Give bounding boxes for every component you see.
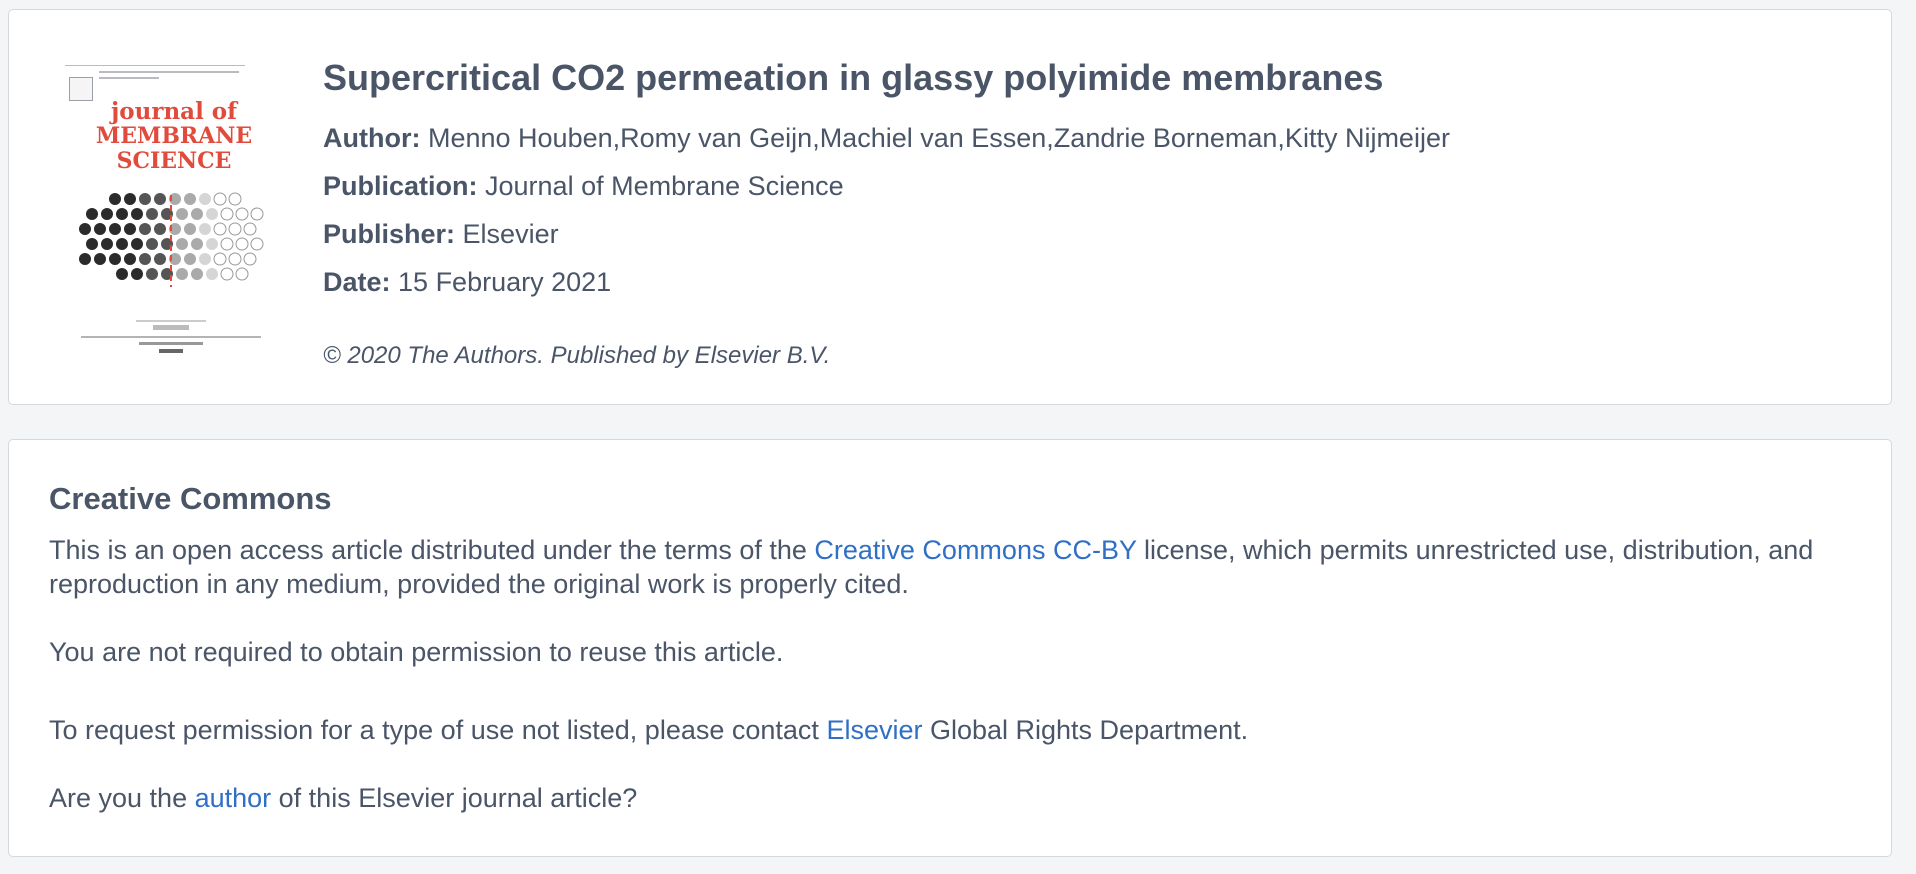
cover-dot bbox=[206, 208, 218, 220]
cover-dot bbox=[235, 207, 249, 221]
cover-dot bbox=[86, 208, 98, 220]
publisher-value: Elsevier bbox=[462, 219, 559, 249]
publication-row: Publication: Journal of Membrane Science bbox=[323, 171, 844, 202]
no-permission-text: You are not required to obtain permissio… bbox=[49, 637, 784, 667]
cover-dot bbox=[131, 208, 143, 220]
cover-dot bbox=[101, 238, 113, 250]
author-link[interactable]: author bbox=[195, 783, 272, 813]
cover-dot bbox=[228, 252, 242, 266]
cover-dot bbox=[250, 207, 264, 221]
cover-dot bbox=[101, 208, 113, 220]
publisher-label: Publisher: bbox=[323, 219, 456, 249]
elsevier-logo-icon bbox=[69, 77, 93, 101]
cover-dot bbox=[213, 222, 227, 236]
cover-dot bbox=[116, 268, 128, 280]
cover-dot bbox=[146, 208, 158, 220]
cover-dot bbox=[228, 222, 242, 236]
cover-dot bbox=[220, 207, 234, 221]
cover-dot bbox=[79, 223, 91, 235]
cover-dot bbox=[94, 223, 106, 235]
cover-dot bbox=[184, 223, 196, 235]
cover-dot bbox=[184, 253, 196, 265]
cover-dot bbox=[146, 268, 158, 280]
cover-dot bbox=[176, 238, 188, 250]
request-text-before: To request permission for a type of use … bbox=[49, 715, 827, 745]
cover-dot bbox=[191, 238, 203, 250]
cover-dot bbox=[154, 193, 166, 205]
date-row: Date: 15 February 2021 bbox=[323, 267, 611, 298]
article-title: Supercritical CO2 permeation in glassy p… bbox=[323, 57, 1384, 98]
publication-label: Publication: bbox=[323, 171, 478, 201]
cover-dot bbox=[109, 253, 121, 265]
cover-dot bbox=[176, 208, 188, 220]
cover-dot bbox=[184, 193, 196, 205]
license-paragraph: This is an open access article distribut… bbox=[49, 533, 1859, 601]
cover-dot bbox=[213, 192, 227, 206]
author-question-before: Are you the bbox=[49, 783, 195, 813]
license-card: Creative Commons This is an open access … bbox=[8, 439, 1892, 857]
cover-dot bbox=[206, 268, 218, 280]
cover-dot bbox=[131, 238, 143, 250]
author-question-after: of this Elsevier journal article? bbox=[271, 783, 638, 813]
cover-dot bbox=[199, 223, 211, 235]
cover-dot bbox=[235, 267, 249, 281]
date-value: 15 February 2021 bbox=[398, 267, 612, 297]
cover-title: journal of MEMBRANE SCIENCE bbox=[79, 99, 269, 174]
cc-by-link[interactable]: Creative Commons CC-BY bbox=[814, 535, 1136, 565]
cover-dot bbox=[139, 223, 151, 235]
cover-dot bbox=[235, 237, 249, 251]
author-question-text: Are you the author of this Elsevier jour… bbox=[49, 781, 1859, 815]
cover-dot bbox=[176, 268, 188, 280]
cover-footer bbox=[81, 320, 261, 353]
cover-dot bbox=[79, 253, 91, 265]
cover-title-line2: MEMBRANE bbox=[95, 123, 253, 149]
cover-dot bbox=[228, 192, 242, 206]
cover-molecule-art bbox=[79, 192, 264, 287]
article-card: journal of MEMBRANE SCIENCE Supercritica… bbox=[8, 9, 1892, 405]
cover-dot bbox=[220, 237, 234, 251]
cover-dot bbox=[94, 253, 106, 265]
cover-dot bbox=[124, 253, 136, 265]
author-value: Menno Houben,Romy van Geijn,Machiel van … bbox=[427, 123, 1450, 153]
publication-value: Journal of Membrane Science bbox=[485, 171, 844, 201]
date-label: Date: bbox=[323, 267, 391, 297]
cover-header bbox=[65, 65, 255, 101]
cover-dot bbox=[191, 268, 203, 280]
cover-dot bbox=[131, 268, 143, 280]
cover-title-line1: journal of bbox=[110, 98, 238, 125]
license-heading: Creative Commons bbox=[49, 481, 332, 516]
cover-dot bbox=[116, 238, 128, 250]
journal-cover-image: journal of MEMBRANE SCIENCE bbox=[59, 57, 276, 367]
cover-dot bbox=[124, 223, 136, 235]
author-label: Author: bbox=[323, 123, 421, 153]
cover-dot bbox=[220, 267, 234, 281]
cover-dot bbox=[109, 193, 121, 205]
cover-title-line3: SCIENCE bbox=[116, 148, 232, 174]
cover-dot bbox=[154, 253, 166, 265]
cover-dot bbox=[250, 237, 264, 251]
publisher-row: Publisher: Elsevier bbox=[323, 219, 559, 250]
cover-dot bbox=[199, 193, 211, 205]
request-text-after: Global Rights Department. bbox=[922, 715, 1249, 745]
license-text-before: This is an open access article distribut… bbox=[49, 535, 815, 565]
cover-dot bbox=[146, 238, 158, 250]
cover-dot bbox=[199, 253, 211, 265]
cover-dot bbox=[109, 223, 121, 235]
cover-dot bbox=[191, 208, 203, 220]
copyright-notice: © 2020 The Authors. Published by Elsevie… bbox=[323, 342, 831, 369]
cover-dot bbox=[139, 193, 151, 205]
cover-dot bbox=[213, 252, 227, 266]
cover-dot bbox=[116, 208, 128, 220]
cover-dot bbox=[154, 223, 166, 235]
cover-dot bbox=[243, 222, 257, 236]
request-permission-text: To request permission for a type of use … bbox=[49, 713, 1859, 747]
cover-dot bbox=[206, 238, 218, 250]
cover-dot bbox=[139, 253, 151, 265]
cover-dot bbox=[243, 252, 257, 266]
cover-dot bbox=[86, 238, 98, 250]
cover-dot bbox=[124, 193, 136, 205]
elsevier-link[interactable]: Elsevier bbox=[826, 715, 922, 745]
author-row: Author: Menno Houben,Romy van Geijn,Mach… bbox=[323, 123, 1450, 154]
